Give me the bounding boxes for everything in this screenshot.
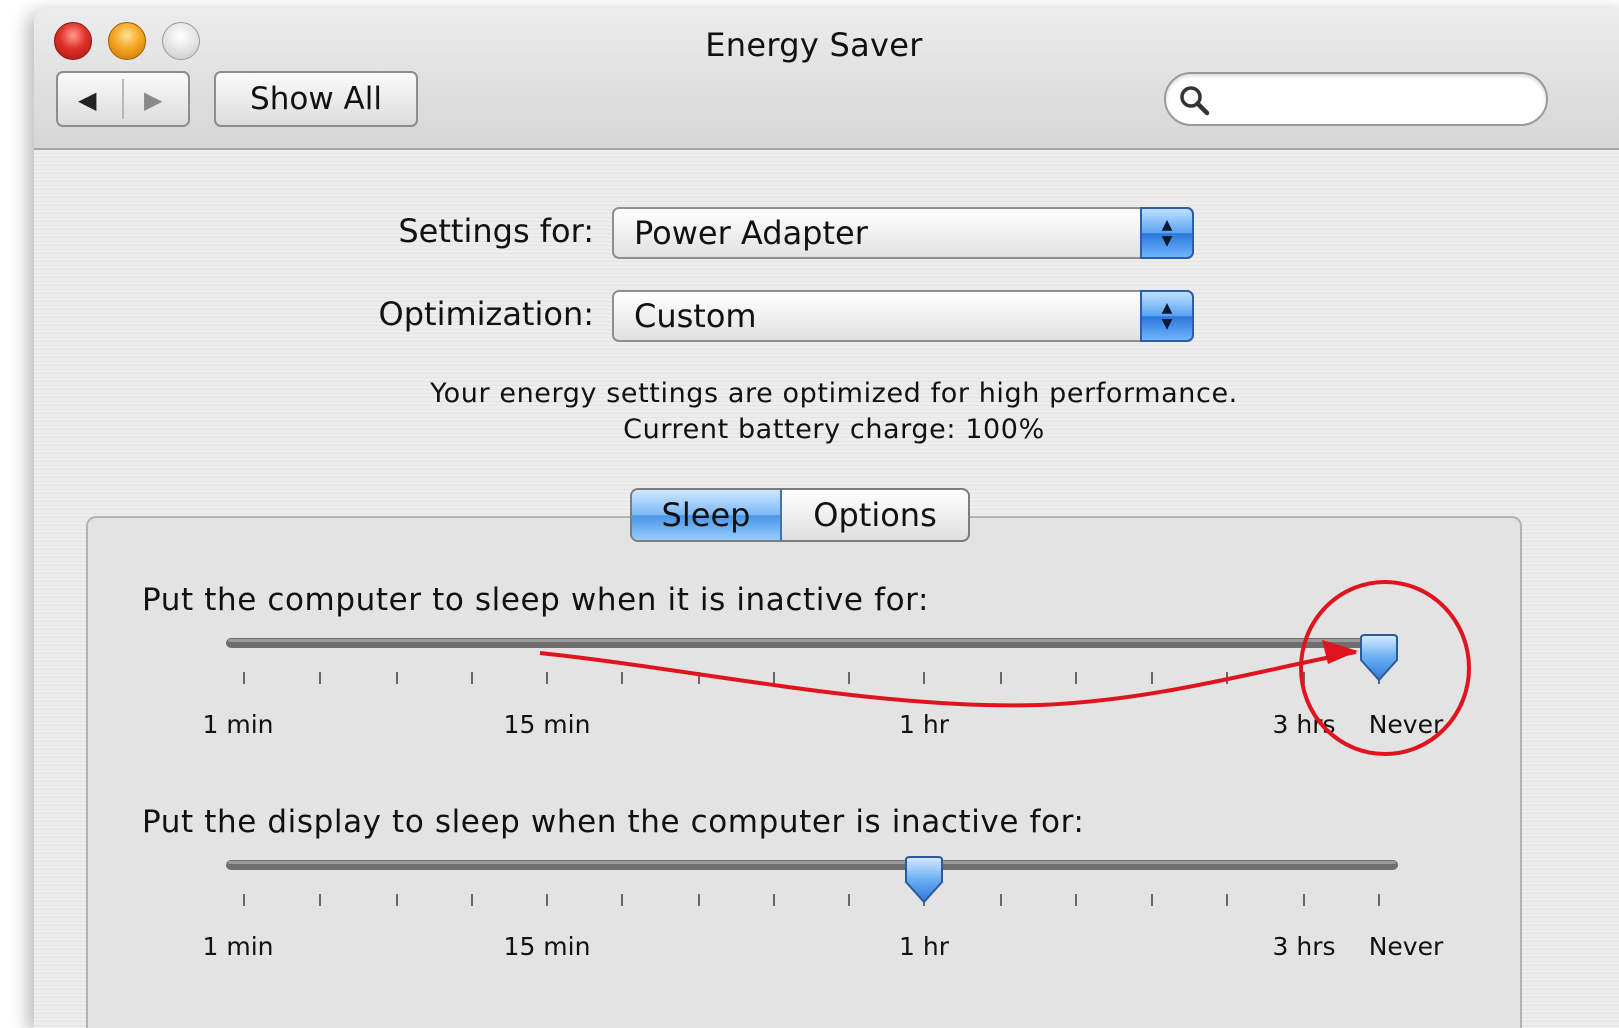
tick-label: 15 min <box>503 932 591 961</box>
nav-divider <box>122 79 124 119</box>
toolbar: Energy Saver ◀ ▶ Show All <box>34 8 1619 150</box>
search-input[interactable] <box>1216 82 1530 118</box>
optimization-value: Custom <box>634 297 757 335</box>
preferences-content: Settings for: Power Adapter ▲ ▼ Optimizat… <box>34 150 1619 1028</box>
settings-for-value: Power Adapter <box>634 214 868 252</box>
computer-sleep-label: Put the computer to sleep when it is ina… <box>142 582 929 618</box>
tick-label: 1 min <box>202 932 274 961</box>
tick-label: 3 hrs <box>1272 710 1336 739</box>
tab-sleep[interactable]: Sleep <box>632 490 782 540</box>
slider-thumb-icon[interactable] <box>1357 634 1401 686</box>
display-sleep-label: Put the display to sleep when the comput… <box>142 804 1085 840</box>
back-arrow-icon[interactable]: ◀ <box>78 85 96 115</box>
search-field[interactable] <box>1164 72 1548 126</box>
optimization-info: Your energy settings are optimized for h… <box>430 378 1238 409</box>
tick-label: 1 hr <box>899 932 949 961</box>
tab-options[interactable]: Options <box>782 490 968 540</box>
display-slider-track <box>226 860 1398 906</box>
back-forward-control: ◀ ▶ <box>56 71 190 127</box>
slider-thumb-icon[interactable] <box>902 856 946 908</box>
show-all-button[interactable]: Show All <box>214 71 418 127</box>
tab-bar: Sleep Options <box>630 488 970 542</box>
settings-for-label: Settings for: <box>398 212 594 250</box>
forward-arrow-icon[interactable]: ▶ <box>144 85 162 115</box>
window-title: Energy Saver <box>705 26 923 64</box>
battery-charge-info: Current battery charge: 100% <box>623 414 1045 445</box>
tick-label: 1 min <box>202 710 274 739</box>
tick-label: Never <box>1368 710 1444 739</box>
settings-for-popup[interactable]: Power Adapter ▲ ▼ <box>612 207 1194 259</box>
tick-label: 3 hrs <box>1272 932 1336 961</box>
energy-saver-window: Energy Saver ◀ ▶ Show All Settings for: … <box>34 8 1619 1028</box>
tick-label: 15 min <box>503 710 591 739</box>
tick-label: 1 hr <box>899 710 949 739</box>
tick-label: Never <box>1368 932 1444 961</box>
optimization-label: Optimization: <box>378 295 594 333</box>
optimization-popup[interactable]: Custom ▲ ▼ <box>612 290 1194 342</box>
popup-stepper-icon: ▲ ▼ <box>1140 290 1194 342</box>
popup-stepper-icon: ▲ ▼ <box>1140 207 1194 259</box>
search-icon <box>1180 86 1210 116</box>
